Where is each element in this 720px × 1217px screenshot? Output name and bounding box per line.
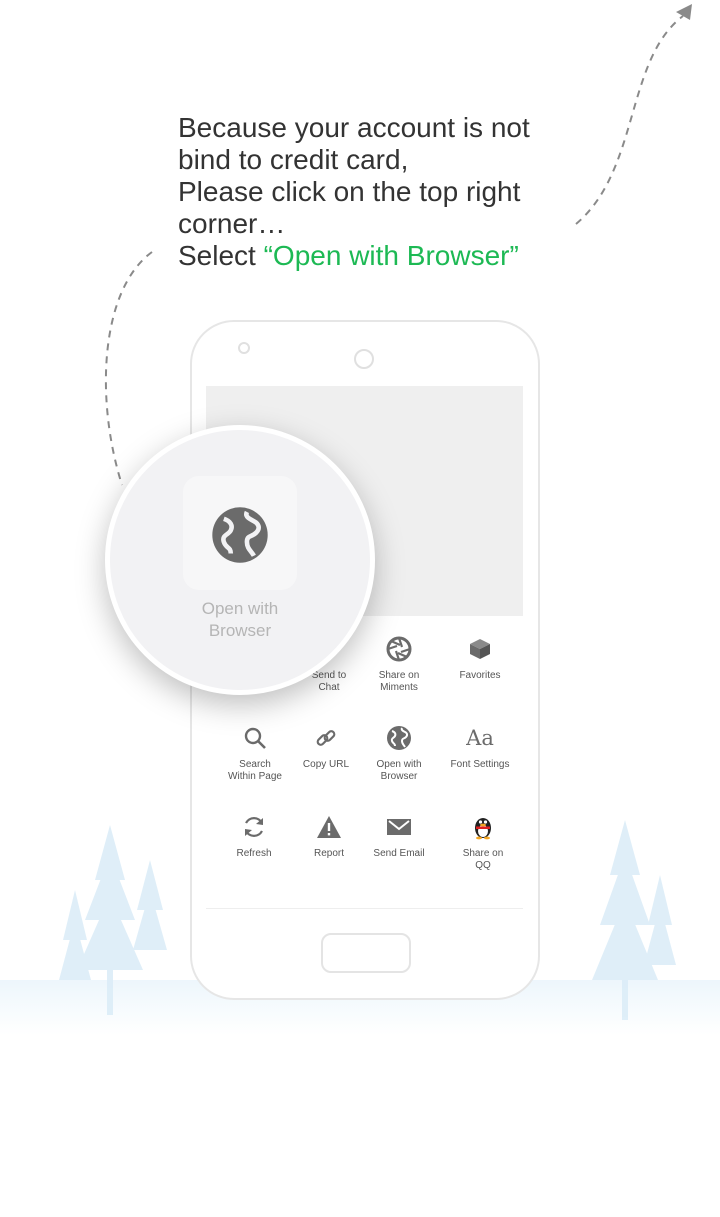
tree-left-icon bbox=[59, 825, 167, 1015]
open-with-browser-highlight: “Open with Browser” bbox=[263, 240, 519, 271]
magnifier-callout: Open with Browser bbox=[105, 425, 375, 695]
menu-share-on-moments[interactable]: Share on Miments bbox=[354, 634, 444, 694]
qq-penguin-icon bbox=[468, 812, 498, 842]
instruction-line-3: Please click on the top right bbox=[178, 176, 521, 207]
warning-icon bbox=[314, 812, 344, 842]
menu-share-on-qq[interactable]: Share on QQ bbox=[438, 812, 528, 872]
mail-icon bbox=[384, 812, 414, 842]
home-button[interactable] bbox=[321, 933, 411, 973]
font-icon: Aa bbox=[466, 726, 494, 750]
instruction-text: Because your account is not bind to cred… bbox=[178, 112, 598, 272]
menu-label: Share on QQ bbox=[462, 848, 504, 871]
instruction-line-1: Because your account is not bbox=[178, 112, 530, 143]
phone-camera bbox=[354, 349, 374, 369]
refresh-icon bbox=[239, 812, 269, 842]
menu-label: Send Email bbox=[373, 848, 425, 859]
menu-label: Share on Miments bbox=[378, 670, 420, 693]
dashed-arrow-left bbox=[104, 251, 153, 486]
instruction-select-text: Select bbox=[178, 240, 264, 271]
menu-label: Font Settings bbox=[450, 759, 510, 770]
arrow-head-icon bbox=[676, 4, 692, 20]
instruction-line-2: bind to credit card, bbox=[178, 144, 409, 175]
menu-label: Favorites bbox=[459, 670, 501, 681]
menu-divider bbox=[206, 908, 523, 909]
menu-font-settings[interactable]: Aa Font Settings bbox=[435, 723, 525, 771]
link-icon bbox=[311, 723, 341, 753]
globe-icon bbox=[384, 723, 414, 753]
menu-label: Open with Browser bbox=[376, 759, 422, 782]
instruction-line-5: Select “Open with Browser” bbox=[178, 240, 598, 272]
moments-shutter-icon bbox=[384, 634, 414, 664]
menu-open-with-browser[interactable]: Open with Browser bbox=[354, 723, 444, 783]
magnified-label: Open with Browser bbox=[201, 599, 279, 640]
instruction-line-4: corner… bbox=[178, 208, 286, 239]
menu-send-email[interactable]: Send Email bbox=[354, 812, 444, 860]
cube-icon bbox=[465, 634, 495, 664]
search-icon bbox=[240, 723, 270, 753]
menu-favorites[interactable]: Favorites bbox=[435, 634, 525, 682]
tree-right-icon bbox=[592, 820, 676, 1020]
globe-icon bbox=[212, 507, 268, 563]
phone-sensor bbox=[238, 342, 250, 354]
